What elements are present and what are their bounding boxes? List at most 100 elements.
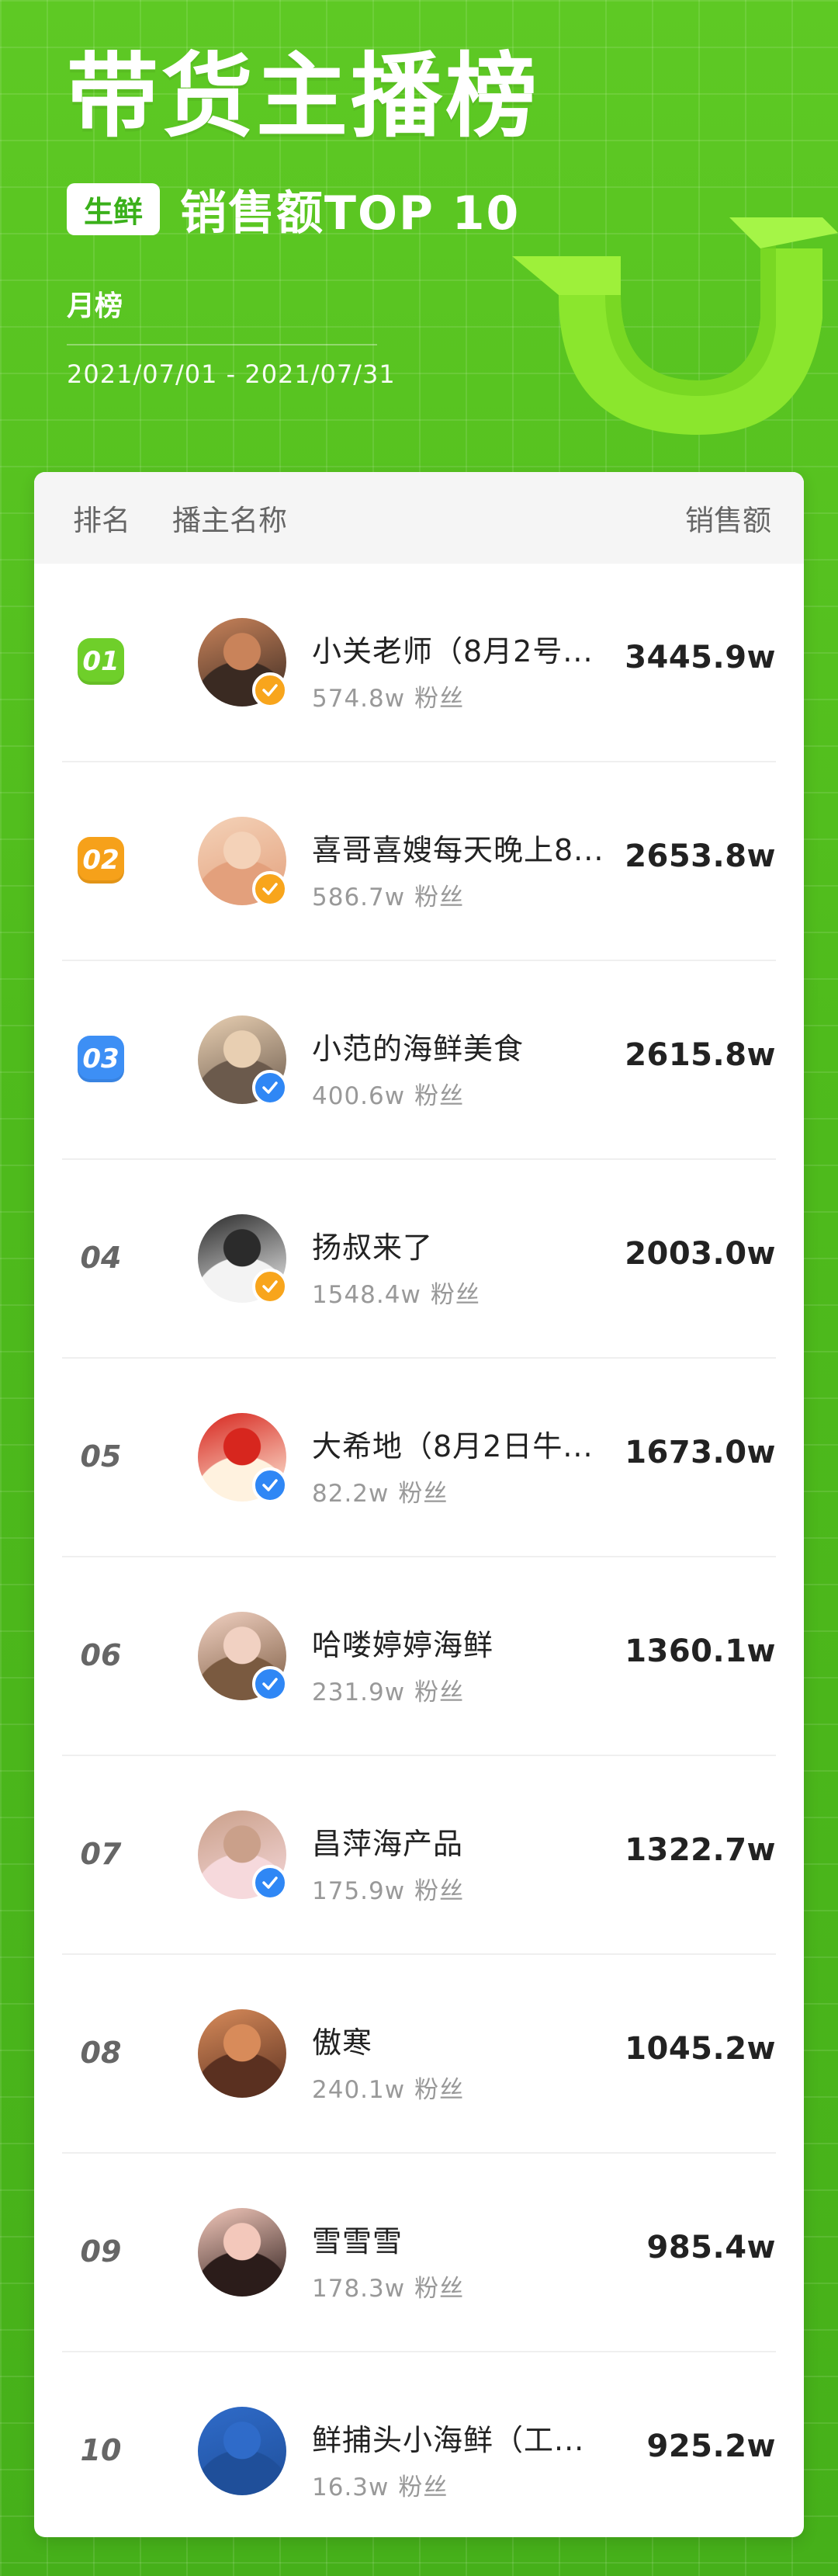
rank-badge: 02 [78, 837, 124, 884]
fans-count: 231.9w 粉丝 [312, 1672, 464, 1707]
avatar[interactable] [198, 618, 288, 708]
verified-check-icon [252, 1666, 288, 1702]
avatar[interactable] [198, 1214, 288, 1304]
sales-amount: 1322.7w [625, 1832, 776, 1868]
verified-check-icon [252, 1070, 288, 1106]
anchor-name[interactable]: 小关老师（8月2号... [312, 627, 594, 670]
anchor-name[interactable]: 哈喽婷婷海鲜 [312, 1621, 493, 1664]
anchor-name[interactable]: 鲜捕头小海鲜（工... [312, 2416, 584, 2459]
rank-number: 06 [80, 1638, 122, 1672]
sales-amount: 985.4w [646, 2230, 776, 2265]
fans-unit: 粉丝 [414, 2275, 465, 2303]
anchor-name[interactable]: 小范的海鲜美食 [312, 1025, 524, 1068]
fans-number: 178.3w [312, 2275, 406, 2303]
fans-number: 574.8w [312, 685, 406, 713]
fans-count: 178.3w 粉丝 [312, 2269, 464, 2303]
avatar[interactable] [198, 2407, 286, 2495]
avatar[interactable] [198, 2009, 286, 2098]
avatar[interactable] [198, 1015, 288, 1106]
sales-amount: 3445.9w [625, 640, 776, 675]
avatar-image [198, 2407, 286, 2495]
sales-amount: 2615.8w [625, 1037, 776, 1073]
ranking-table: 排名 播主名称 销售额 01 小关老师（8月2号... 574.8w 粉丝 3445.9… [34, 472, 804, 2537]
anchor-name[interactable]: 傲寒 [312, 2019, 372, 2061]
fans-unit: 粉丝 [414, 884, 465, 911]
fans-count: 400.6w 粉丝 [312, 1076, 464, 1111]
table-row[interactable]: 09 雪雪雪 178.3w 粉丝 985.4w [62, 2154, 776, 2352]
rank-number: 04 [80, 1241, 122, 1275]
fans-number: 586.7w [312, 884, 406, 911]
fans-number: 1548.4w [312, 1281, 421, 1309]
sales-amount: 2003.0w [625, 1236, 776, 1272]
fans-unit: 粉丝 [398, 2474, 448, 2501]
fans-unit: 粉丝 [398, 1480, 448, 1508]
sales-amount: 1673.0w [625, 1435, 776, 1470]
rank-number: 07 [80, 1837, 122, 1871]
table-row[interactable]: 04 扬叔来了 1548.4w 粉丝 2003.0w [62, 1160, 776, 1359]
fans-unit: 粉丝 [414, 685, 465, 713]
fans-number: 231.9w [312, 1679, 406, 1706]
verified-check-icon [252, 1865, 288, 1901]
avatar[interactable] [198, 2208, 286, 2297]
anchor-name[interactable]: 喜哥喜嫂每天晚上8... [312, 826, 604, 869]
table-row[interactable]: 05 大希地（8月2日牛... 82.2w 粉丝 1673.0w [62, 1359, 776, 1557]
fans-number: 400.6w [312, 1082, 406, 1110]
ranking-subtitle: 销售额TOP 10 [180, 186, 521, 241]
avatar[interactable] [198, 1413, 288, 1503]
table-row[interactable]: 08 傲寒 240.1w 粉丝 1045.2w [62, 1955, 776, 2154]
fans-count: 16.3w 粉丝 [312, 2467, 448, 2502]
rank-badge: 03 [78, 1036, 124, 1082]
verified-check-icon [252, 672, 288, 708]
column-sales: 销售额 [685, 504, 771, 537]
fans-number: 82.2w [312, 1480, 390, 1508]
fans-unit: 粉丝 [430, 1281, 480, 1309]
anchor-name[interactable]: 大希地（8月2日牛... [312, 1422, 594, 1465]
fans-count: 240.1w 粉丝 [312, 2070, 464, 2105]
fans-unit: 粉丝 [414, 1679, 465, 1706]
subtitle-row: 生鲜 销售额TOP 10 [67, 175, 540, 243]
date-range: 2021/07/01 - 2021/07/31 [67, 359, 396, 389]
rank-number: 10 [80, 2433, 122, 2467]
fans-count: 586.7w 粉丝 [312, 877, 464, 912]
avatar[interactable] [198, 1612, 288, 1702]
column-name: 播主名称 [172, 504, 287, 537]
verified-check-icon [252, 1467, 288, 1503]
fans-count: 574.8w 粉丝 [312, 679, 464, 713]
fans-number: 240.1w [312, 2076, 406, 2104]
fans-number: 16.3w [312, 2474, 390, 2501]
rank-number: 05 [80, 1439, 122, 1474]
rank-number: 09 [80, 2234, 122, 2269]
sales-amount: 925.2w [646, 2428, 776, 2464]
column-rank: 排名 [73, 504, 130, 537]
avatar-image [198, 2208, 286, 2297]
anchor-name[interactable]: 扬叔来了 [312, 1224, 433, 1266]
fans-count: 1548.4w 粉丝 [312, 1275, 480, 1310]
verified-check-icon [252, 871, 288, 907]
sales-amount: 1045.2w [625, 2031, 776, 2067]
table-row[interactable]: 06 哈喽婷婷海鲜 231.9w 粉丝 1360.1w [62, 1557, 776, 1756]
avatar[interactable] [198, 1810, 288, 1901]
table-header: 排名 播主名称 销售额 [34, 472, 804, 564]
fans-count: 175.9w 粉丝 [312, 1871, 464, 1906]
rank-number: 08 [80, 2036, 122, 2070]
fans-unit: 粉丝 [414, 1082, 465, 1110]
verified-check-icon [252, 1269, 288, 1304]
sales-amount: 1360.1w [625, 1633, 776, 1669]
table-row[interactable]: 01 小关老师（8月2号... 574.8w 粉丝 3445.9w [62, 564, 776, 762]
table-row[interactable]: 03 小范的海鲜美食 400.6w 粉丝 2615.8w [62, 961, 776, 1160]
avatar[interactable] [198, 817, 288, 907]
anchor-name[interactable]: 昌萍海产品 [312, 1820, 463, 1863]
avatar-image [198, 2009, 286, 2098]
table-body: 01 小关老师（8月2号... 574.8w 粉丝 3445.9w 02 喜哥喜嫂每天晚上8… [34, 564, 804, 2537]
fans-unit: 粉丝 [414, 1877, 465, 1905]
anchor-name[interactable]: 雪雪雪 [312, 2217, 403, 2260]
divider [67, 343, 377, 345]
rank-badge: 01 [78, 638, 124, 685]
fans-unit: 粉丝 [414, 2076, 465, 2104]
category-tag: 生鲜 [67, 182, 161, 235]
table-row[interactable]: 10 鲜捕头小海鲜（工... 16.3w 粉丝 925.2w [62, 2352, 776, 2537]
fans-number: 175.9w [312, 1877, 406, 1905]
sales-amount: 2653.8w [625, 838, 776, 874]
table-row[interactable]: 07 昌萍海产品 175.9w 粉丝 1322.7w [62, 1756, 776, 1955]
table-row[interactable]: 02 喜哥喜嫂每天晚上8... 586.7w 粉丝 2653.8w [62, 762, 776, 961]
